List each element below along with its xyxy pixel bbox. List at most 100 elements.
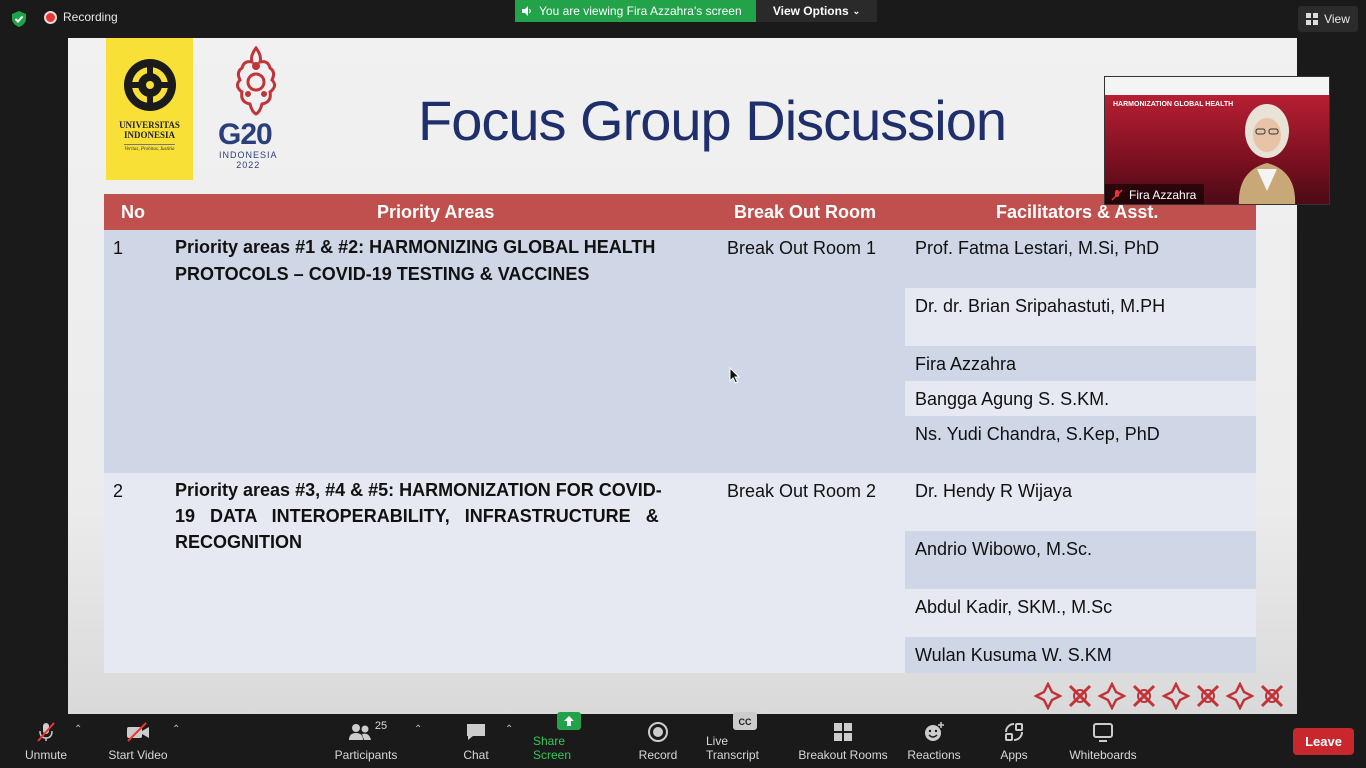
security-shield-icon[interactable] — [10, 10, 28, 28]
participants-caret-icon[interactable]: ⌃ — [414, 724, 422, 735]
ui-logo-name: UNIVERSITAS INDONESIA — [119, 120, 180, 140]
ornament-icon — [1034, 682, 1062, 710]
video-options-caret-icon[interactable]: ⌃ — [172, 724, 180, 735]
speaker-video-thumbnail[interactable]: HARMONIZATION GLOBAL HEALTH Fira Azzahra — [1104, 76, 1330, 205]
whiteboards-button[interactable]: Whiteboards — [1066, 714, 1140, 768]
leave-button[interactable]: Leave — [1293, 728, 1354, 755]
facilitator-name: Abdul Kadir, SKM., M.Sc — [915, 597, 1113, 617]
live-transcript-label: Live Transcript — [706, 734, 759, 762]
g20-wordmark: G20 — [218, 118, 273, 151]
facilitator-name: Prof. Fatma Lestari, M.Si, PhD — [915, 238, 1160, 258]
ornament-icon — [1132, 684, 1156, 708]
facilitator-name: Wulan Kusuma W. S.KM — [915, 645, 1112, 665]
grid-view-icon — [1306, 13, 1319, 25]
recording-dot-icon — [44, 10, 57, 24]
makara-emblem-icon — [123, 59, 176, 111]
participant-avatar — [1238, 104, 1296, 204]
facilitator-name: Dr. dr. Brian Sripahastuti, M.PH — [915, 296, 1166, 316]
video-off-icon — [127, 722, 149, 742]
header-no: No — [121, 202, 145, 222]
apps-icon — [1005, 723, 1023, 741]
priority-area-text: Priority areas #1 & #2: HARMONIZING GLOB… — [175, 237, 656, 284]
record-icon — [648, 722, 668, 742]
thumbnail-banner-text: HARMONIZATION GLOBAL HEALTH — [1113, 101, 1234, 108]
ornament-icon — [1068, 684, 1092, 708]
ornament-icon — [1196, 684, 1220, 708]
chat-caret-icon[interactable]: ⌃ — [505, 724, 513, 735]
universitas-indonesia-logo: UNIVERSITAS INDONESIA Veritas, Probitas,… — [106, 38, 193, 180]
muted-mic-icon — [37, 722, 55, 742]
reactions-button[interactable]: Reactions — [906, 714, 962, 768]
muted-mic-icon — [1111, 189, 1123, 201]
ornament-icon — [1260, 684, 1284, 708]
participants-count: 25 — [374, 720, 388, 732]
breakout-rooms-icon — [834, 723, 852, 741]
live-transcript-button[interactable]: CC Live Transcript — [706, 712, 784, 768]
apps-button[interactable]: Apps — [996, 714, 1032, 768]
participants-label: Participants — [334, 748, 398, 762]
breakout-rooms-button[interactable]: Breakout Rooms — [798, 714, 888, 768]
facilitator-name: Andrio Wibowo, M.Sc. — [915, 539, 1093, 559]
viewing-screen-banner: You are viewing Fira Azzahra's screen — [515, 0, 756, 22]
row-number: 2 — [113, 481, 124, 501]
whiteboards-label: Whiteboards — [1069, 748, 1137, 762]
apps-label: Apps — [1000, 748, 1028, 762]
share-screen-label: Share Screen — [533, 734, 572, 762]
participants-icon — [348, 724, 371, 740]
speaker-icon — [522, 6, 531, 16]
audio-options-caret-icon[interactable]: ⌃ — [74, 724, 82, 735]
start-video-button[interactable]: Start Video — [106, 714, 170, 768]
header-break-out-room: Break Out Room — [734, 202, 877, 222]
record-label: Record — [638, 748, 678, 762]
ornament-icon — [1162, 682, 1190, 710]
participants-button[interactable]: 25 Participants — [330, 714, 402, 768]
meeting-top-bar: Recording You are viewing Fira Azzahra's… — [0, 0, 1366, 38]
g20-subtitle: INDONESIA 2022 — [219, 150, 278, 170]
header-priority-areas: Priority Areas — [377, 202, 495, 222]
g20-indonesia-logo: G20 INDONESIA 2022 — [218, 46, 294, 172]
start-video-label: Start Video — [108, 748, 168, 762]
chat-button[interactable]: Chat — [456, 714, 496, 768]
ornament-icon — [1226, 682, 1254, 710]
unmute-button[interactable]: Unmute — [20, 714, 72, 768]
view-options-button[interactable]: View Options ⌄ — [756, 0, 877, 22]
break-out-room-text: Break Out Room 2 — [727, 481, 877, 501]
viewing-label: You are viewing Fira Azzahra's screen — [539, 4, 742, 18]
slide-title: Focus Group Discussion — [418, 89, 1007, 152]
mouse-cursor-icon — [729, 367, 741, 384]
breakout-rooms-label: Breakout Rooms — [798, 748, 888, 762]
svg-text:CC: CC — [739, 717, 752, 727]
g20-batik-icon — [235, 46, 277, 116]
chat-bubble-icon — [467, 724, 485, 740]
break-out-room-text: Break Out Room 1 — [727, 238, 877, 258]
reactions-label: Reactions — [907, 748, 961, 762]
ui-logo-motto: Veritas, Probitas, Iustitia — [124, 144, 175, 152]
view-button[interactable]: View — [1298, 6, 1358, 32]
chat-label: Chat — [463, 748, 489, 762]
record-button[interactable]: Record — [636, 714, 680, 768]
ornament-icon — [1098, 682, 1126, 710]
header-facilitators: Facilitators & Asst. — [996, 202, 1159, 222]
participant-name: Fira Azzahra — [1129, 188, 1197, 202]
facilitator-name: Dr. Hendy R Wijaya — [915, 481, 1073, 501]
facilitator-name: Fira Azzahra — [915, 354, 1017, 374]
unmute-label: Unmute — [24, 748, 68, 762]
row-number: 1 — [113, 238, 124, 258]
table-header: No Priority Areas Break Out Room Facilit… — [104, 194, 1256, 230]
meeting-toolbar: Unmute ⌃ Start Video ⌃ 25 Participants ⌃ — [0, 712, 1366, 768]
batik-ornament-row — [1034, 682, 1286, 710]
view-options-label: View Options — [772, 4, 849, 18]
share-screen-button[interactable]: Share Screen — [533, 712, 605, 768]
participant-name-bar: Fira Azzahra — [1105, 184, 1205, 204]
recording-indicator[interactable]: Recording — [44, 10, 118, 24]
facilitator-name: Bangga Agung S. S.KM. — [915, 389, 1110, 409]
view-label: View — [1324, 12, 1350, 26]
emoji-reactions-icon — [925, 722, 944, 741]
chevron-down-icon: ⌄ — [852, 5, 861, 16]
whiteboard-icon — [1093, 723, 1113, 742]
recording-label: Recording — [63, 10, 118, 24]
share-screen-icon — [557, 712, 581, 730]
closed-caption-icon: CC — [733, 712, 757, 730]
facilitator-name: Ns. Yudi Chandra, S.Kep, PhD — [915, 424, 1160, 444]
priority-area-text: Priority areas #3, #4 & #5: HARMONIZATIO… — [175, 480, 662, 552]
